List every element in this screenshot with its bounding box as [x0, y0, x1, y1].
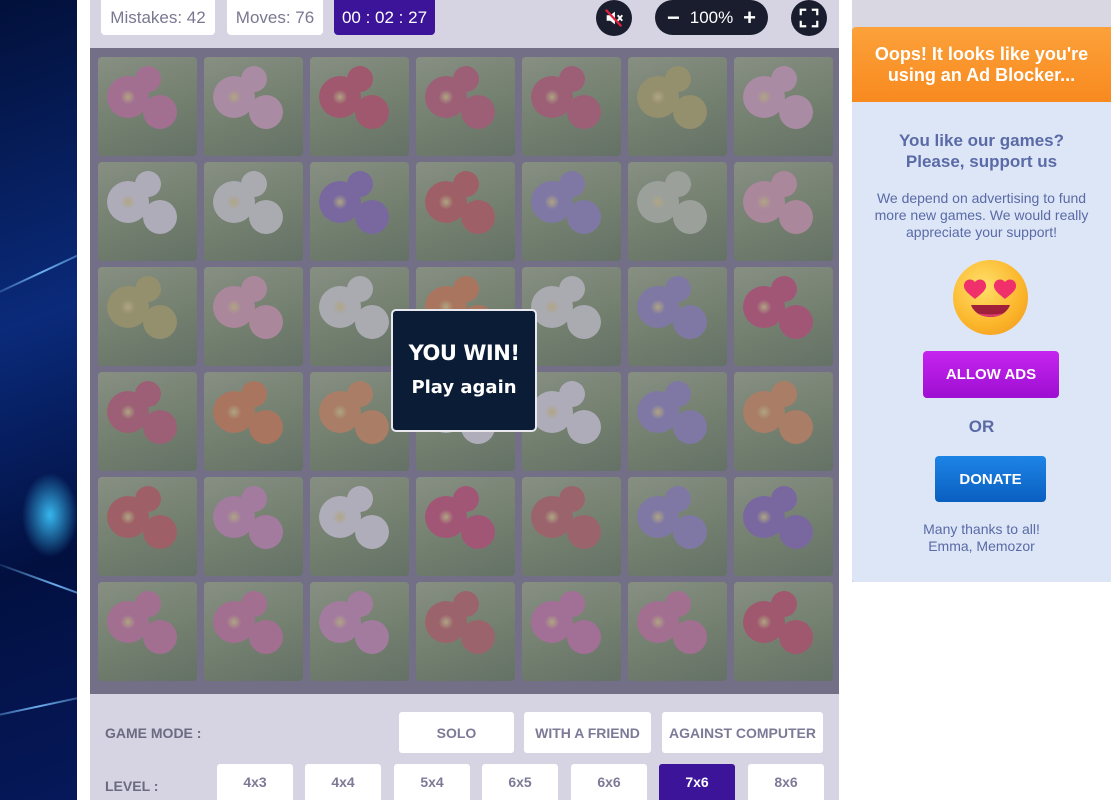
zoom-level: 100%: [689, 7, 734, 27]
level-6x6-button[interactable]: 6x6: [571, 764, 647, 800]
game-mode-label: GAME MODE :: [105, 725, 202, 741]
level-4x4-button[interactable]: 4x4: [305, 764, 381, 800]
level-4x3-button[interactable]: 4x3: [217, 764, 293, 800]
win-title: YOU WIN!: [408, 341, 520, 365]
or-separator: OR: [968, 417, 995, 436]
mode-with-friend-button[interactable]: WITH A FRIEND: [524, 712, 651, 753]
level-8x6-button[interactable]: 8x6: [748, 764, 824, 800]
zoom-control: − 100% +: [655, 0, 768, 35]
level-label: LEVEL :: [105, 778, 159, 794]
support-heading-line1: You like our games?: [898, 131, 1064, 150]
sound-toggle-button[interactable]: [596, 0, 632, 36]
thanks-message: Many thanks to all! Emma, Memozor: [852, 521, 1111, 555]
fullscreen-icon: [799, 8, 819, 28]
zoom-out-button[interactable]: −: [667, 5, 680, 31]
ad-blocker-panel: Oops! It looks like you're using an Ad B…: [852, 27, 1111, 582]
light-streak: [0, 560, 77, 610]
background-decoration: [0, 0, 77, 800]
support-text: We depend on advertising to fund more ne…: [874, 190, 1089, 240]
zoom-in-button[interactable]: +: [743, 5, 756, 31]
ad-blocker-header: Oops! It looks like you're using an Ad B…: [852, 27, 1111, 102]
support-heading-line2: Please, support us: [905, 152, 1058, 171]
game-settings: GAME MODE : SOLO WITH A FRIEND AGAINST C…: [90, 694, 839, 800]
donate-button[interactable]: DONATE: [935, 456, 1046, 502]
thanks-line2: Emma, Memozor: [928, 538, 1035, 554]
moves-counter: Moves: 76: [227, 0, 323, 35]
light-streak: [0, 240, 77, 302]
support-heading: You like our games? Please, support us: [852, 130, 1111, 172]
mode-solo-button[interactable]: SOLO: [399, 712, 514, 753]
level-6x5-button[interactable]: 6x5: [482, 764, 558, 800]
page-background: [852, 582, 1111, 800]
fullscreen-button[interactable]: [791, 0, 827, 36]
allow-ads-button[interactable]: ALLOW ADS: [923, 351, 1059, 398]
game-toolbar: Mistakes: 42 Moves: 76 00 : 02 : 27 − 10…: [90, 0, 839, 48]
game-timer: 00 : 02 : 27: [334, 0, 435, 35]
heart-eyes-emoji-icon: [953, 260, 1028, 335]
muted-speaker-icon: [604, 8, 623, 28]
win-dialog: YOU WIN! Play again: [391, 309, 537, 432]
mode-against-computer-button[interactable]: AGAINST COMPUTER: [662, 712, 823, 753]
heart-eyes-graphic: [963, 279, 1017, 317]
level-7x6-button[interactable]: 7x6: [659, 764, 735, 800]
level-5x4-button[interactable]: 5x4: [394, 764, 470, 800]
thanks-line1: Many thanks to all!: [923, 521, 1040, 537]
light-streak: [0, 690, 77, 722]
play-again-button[interactable]: Play again: [393, 377, 535, 398]
mistakes-counter: Mistakes: 42: [101, 0, 215, 35]
